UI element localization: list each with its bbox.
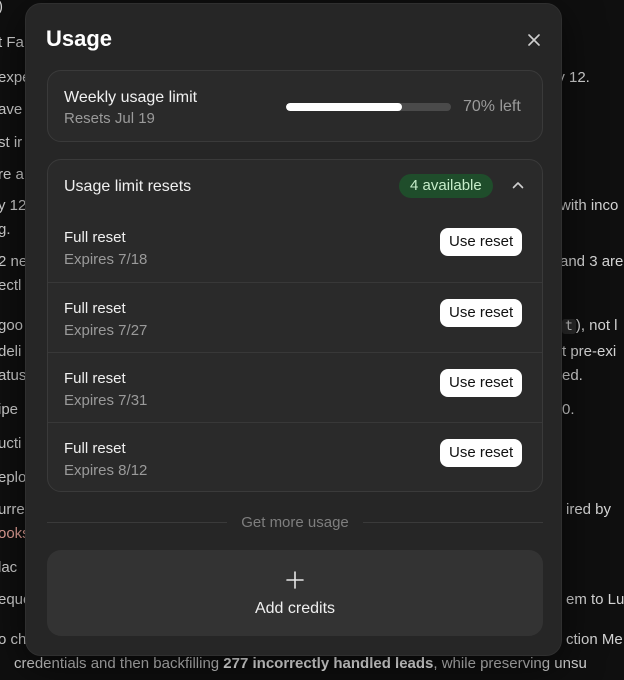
use-reset-button[interactable]: Use reset [440, 299, 523, 327]
bg-text: ired by [566, 501, 612, 518]
usage-percent-left: 70% left [463, 98, 521, 115]
divider-line [362, 521, 543, 523]
bg-text: goo [0, 317, 24, 334]
bg-text: y 12 [0, 197, 27, 214]
collapse-button[interactable] [511, 178, 525, 192]
reset-expiry: Expires 7/27 [64, 322, 148, 339]
reset-name: Full reset [64, 370, 126, 387]
usage-limit-resets-card: Usage limit resets 4 available Full rese… [47, 159, 543, 492]
use-reset-button[interactable]: Use reset [440, 228, 523, 256]
divider-line [47, 521, 228, 523]
reset-name: Full reset [64, 300, 126, 317]
bg-text: urre [0, 501, 25, 518]
bg-text: eplo [0, 469, 27, 486]
bg-text: t), not l [562, 316, 618, 337]
close-button[interactable] [524, 30, 544, 50]
close-icon [528, 34, 540, 46]
reset-name: Full reset [64, 440, 126, 457]
chevron-up-icon [512, 182, 524, 189]
plus-icon [286, 571, 304, 589]
resets-title: Usage limit resets [64, 178, 192, 195]
bg-text: g. [0, 221, 11, 238]
reset-expiry: Expires 7/18 [64, 251, 148, 268]
bg-text: ucti [0, 435, 22, 452]
add-credits-label: Add credits [254, 600, 336, 617]
reset-expiry: Expires 7/31 [64, 392, 148, 409]
reset-name: Full reset [64, 229, 126, 246]
bg-text: o ch [0, 631, 27, 648]
bg-text: and 3 are [560, 253, 624, 270]
usage-modal: Usage Weekly usage limit Resets Jul 19 7… [25, 3, 562, 656]
use-reset-button[interactable]: Use reset [440, 369, 523, 397]
available-badge: 4 available [399, 174, 493, 198]
modal-title: Usage [46, 26, 113, 51]
bg-code-span: t [562, 319, 576, 334]
bg-text: ectl [0, 277, 22, 294]
bg-text: ) [0, 0, 3, 17]
reset-row: Full reset Expires 7/31 Use reset [48, 352, 542, 422]
weekly-usage-card: Weekly usage limit Resets Jul 19 70% lef… [47, 70, 543, 142]
bg-text: re a [0, 166, 24, 183]
bg-text: lac [0, 559, 18, 576]
bg-text: ed. [562, 367, 583, 384]
weekly-usage-reset-date: Resets Jul 19 [64, 110, 155, 127]
bg-text: credentials and then backfilling 277 inc… [14, 655, 587, 672]
divider-label: Get more usage [241, 513, 349, 531]
bg-text: ipe [0, 401, 19, 418]
bg-text: with inco [560, 197, 619, 214]
bg-text: ction Me [566, 631, 623, 648]
bg-text: 2 ne [0, 253, 28, 270]
weekly-usage-title: Weekly usage limit [64, 89, 198, 106]
bg-text: deli [0, 343, 22, 360]
bg-text: ave [0, 101, 23, 118]
bg-text: t pre-exi [562, 343, 617, 360]
add-credits-button[interactable]: Add credits [47, 550, 543, 636]
reset-expiry: Expires 8/12 [64, 462, 148, 479]
bg-text: em to Lu [566, 591, 624, 608]
bg-text: atus [0, 367, 27, 384]
reset-row: Full reset Expires 7/27 Use reset [48, 282, 542, 352]
reset-row: Full reset Expires 8/12 Use reset [48, 422, 542, 492]
usage-progress-bar [286, 103, 451, 111]
bg-text: st ir [0, 134, 23, 151]
reset-row: Full reset Expires 7/18 Use reset [48, 212, 542, 282]
get-more-usage-divider: Get more usage [47, 512, 543, 532]
usage-progress-fill [286, 103, 402, 111]
bg-text: t Fa [0, 34, 24, 51]
use-reset-button[interactable]: Use reset [440, 439, 523, 467]
bg-text: 0. [562, 401, 575, 418]
